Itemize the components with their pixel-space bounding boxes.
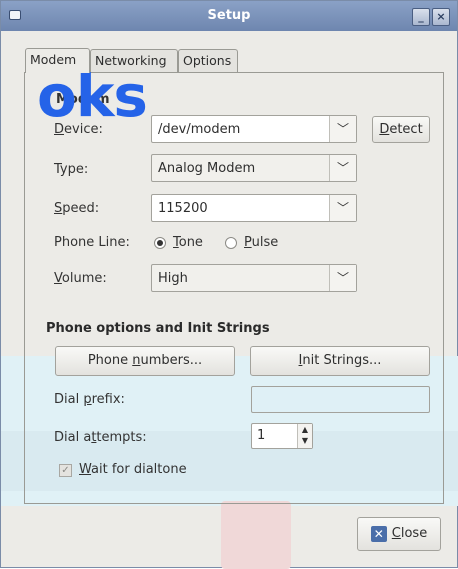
- spin-arrows-icon[interactable]: ▲ ▼: [297, 424, 312, 448]
- chevron-down-icon[interactable]: ﹀: [329, 195, 356, 221]
- phone-numbers-button[interactable]: Phone numbers...: [55, 346, 235, 376]
- dial-attempts-spinner[interactable]: 1 ▲ ▼: [251, 423, 313, 449]
- window-close-button[interactable]: ×: [432, 8, 450, 26]
- phone-line-label: Phone Line:: [54, 235, 130, 250]
- type-combo[interactable]: Analog Modem ﹀: [151, 154, 357, 182]
- type-value: Analog Modem: [158, 161, 256, 176]
- tab-options[interactable]: Options: [178, 49, 238, 72]
- init-strings-button[interactable]: Init Strings...: [250, 346, 430, 376]
- tone-radio-label[interactable]: Tone: [173, 235, 203, 250]
- volume-combo[interactable]: High ﹀: [151, 264, 357, 292]
- dial-attempts-label: Dial attempts:: [54, 430, 147, 445]
- title-bar[interactable]: Setup _ ×: [1, 1, 457, 31]
- device-value[interactable]: /dev/modem: [158, 122, 240, 137]
- pulse-radio[interactable]: [225, 237, 237, 249]
- volume-value: High: [158, 271, 188, 286]
- device-combo[interactable]: /dev/modem ﹀: [151, 115, 357, 143]
- speed-value[interactable]: 115200: [158, 201, 208, 216]
- pulse-radio-label[interactable]: Pulse: [244, 235, 278, 250]
- dial-prefix-input[interactable]: [251, 386, 430, 413]
- speed-combo[interactable]: 115200 ﹀: [151, 194, 357, 222]
- close-button[interactable]: ✕ Close: [357, 517, 441, 551]
- volume-label: Volume:: [54, 271, 107, 286]
- chevron-down-icon[interactable]: ﹀: [329, 116, 356, 142]
- phone-options-section-title: Phone options and Init Strings: [46, 321, 270, 336]
- close-icon: ✕: [370, 525, 387, 542]
- tone-radio[interactable]: [154, 237, 166, 249]
- window-title: Setup: [207, 8, 251, 23]
- dial-prefix-label: Dial prefix:: [54, 392, 125, 407]
- chevron-down-icon[interactable]: ﹀: [329, 155, 356, 181]
- minimize-button[interactable]: _: [412, 8, 430, 26]
- wait-dialtone-checkbox[interactable]: ✓: [59, 464, 72, 477]
- type-label: Type:: [54, 162, 89, 177]
- watermark-shape: [221, 501, 291, 569]
- watermark-text: oks: [37, 62, 148, 130]
- dial-attempts-value[interactable]: 1: [257, 428, 265, 443]
- detect-button[interactable]: Detect: [372, 116, 430, 143]
- chevron-down-icon[interactable]: ﹀: [329, 265, 356, 291]
- wait-dialtone-label[interactable]: Wait for dialtone: [79, 462, 187, 477]
- tab-modem[interactable]: Modem: [25, 48, 90, 73]
- speed-label: Speed:: [54, 201, 100, 216]
- setup-dialog: Setup _ × Modem Networking Options Modem…: [0, 0, 458, 569]
